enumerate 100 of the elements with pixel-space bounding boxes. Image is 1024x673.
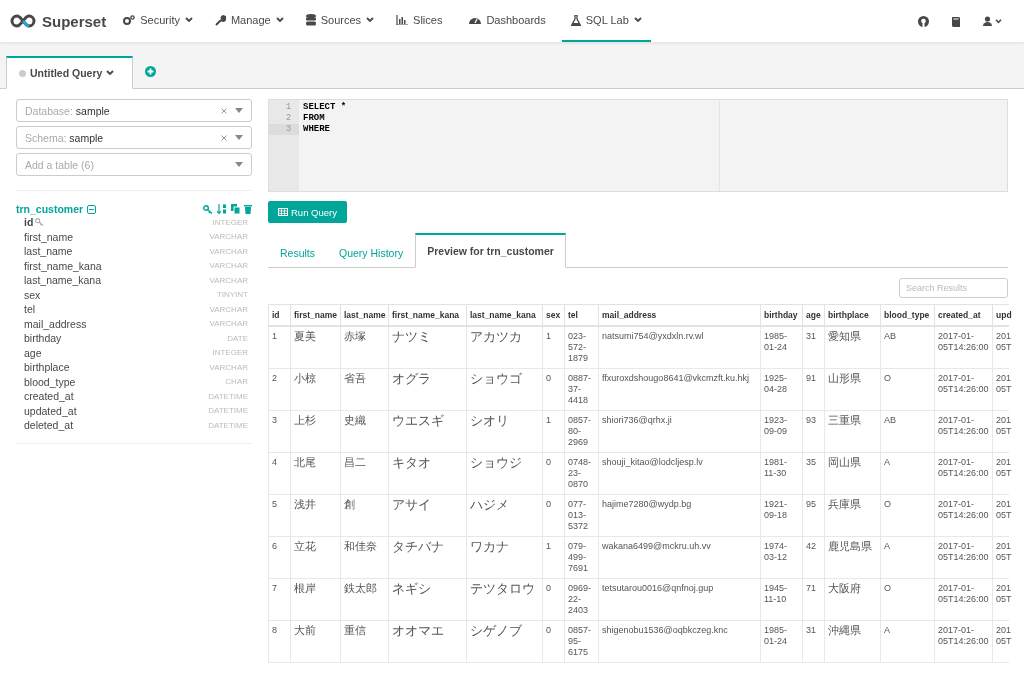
table-cell: O <box>884 499 891 509</box>
table-cell: 愛知県 <box>828 330 861 342</box>
column-header[interactable]: tel <box>564 304 599 326</box>
nav-menu-item[interactable]: Security <box>114 0 202 42</box>
table-cell: 0857-95-6175 <box>568 625 592 657</box>
search-field[interactable]: Search Results <box>899 278 1008 298</box>
logo-icon <box>10 14 36 28</box>
table-cell: 山形県 <box>828 372 861 384</box>
column-header[interactable]: birthday <box>760 304 803 326</box>
column-header[interactable]: first_name <box>290 304 341 326</box>
column-name: age <box>24 346 42 359</box>
table-cell: 079-499-7691 <box>568 541 589 573</box>
table-cell: 201 05T <box>996 373 1012 394</box>
table-cell: natsumi754@yxdxln.rv.wl <box>602 331 704 341</box>
table-cell: 岡山県 <box>828 456 861 468</box>
line-number: 1 <box>284 102 292 113</box>
table-cell: 3 <box>272 415 277 425</box>
column-type: VARCHAR <box>209 246 249 256</box>
flask-icon <box>570 14 581 26</box>
table-cell: オグラ <box>392 372 431 386</box>
table-cell: 0 <box>546 499 551 509</box>
result-tab[interactable]: Preview for trn_customer <box>415 233 566 268</box>
code-line: FROM <box>303 113 326 124</box>
column-type: INTEGER <box>212 217 249 227</box>
column-name: sex <box>24 288 41 301</box>
table-cell: A <box>884 625 890 635</box>
table-cell: 2017-01-05T14:26:00 <box>938 457 989 478</box>
user-icon[interactable] <box>983 16 992 26</box>
table-cell: 沖縄県 <box>828 624 861 636</box>
table-cell: タチバナ <box>392 540 444 554</box>
column-name: deleted_at <box>24 419 74 432</box>
table-cell: AB <box>884 331 896 341</box>
nav-menu-item[interactable]: Manage <box>205 0 293 42</box>
table-cell: ショウジ <box>470 456 522 470</box>
column-type: VARCHAR <box>209 304 249 314</box>
table-cell: 1923-09-09 <box>764 415 788 436</box>
table-cell: 1 <box>546 415 551 425</box>
table-cell: 1 <box>546 541 551 551</box>
table-cell: AB <box>884 415 896 425</box>
table-cell: 35 <box>806 457 816 467</box>
schema-select[interactable]: Schema: sample <box>16 126 252 149</box>
column-header[interactable]: created_at <box>934 304 993 326</box>
table-cell: A <box>884 541 890 551</box>
column-type: VARCHAR <box>209 319 249 329</box>
table-cell: ワカナ <box>470 540 509 554</box>
column-header[interactable]: birthplace <box>824 304 881 326</box>
column-header[interactable]: last_name <box>340 304 389 326</box>
column-header[interactable]: upd <box>992 304 1009 326</box>
table-cell: ハジメ <box>470 498 509 512</box>
nav-menu-item[interactable]: Slices <box>387 0 452 42</box>
table-cell: 鹿児島県 <box>828 540 872 552</box>
collapse-icon[interactable] <box>87 204 97 214</box>
column-type: VARCHAR <box>209 362 249 372</box>
column-name: last_name_kana <box>24 274 102 287</box>
column-header[interactable]: age <box>802 304 825 326</box>
clear-icon[interactable] <box>221 107 227 114</box>
code-line: SELECT * <box>303 102 347 113</box>
column-header[interactable]: id <box>268 304 291 326</box>
table-cell: O <box>884 373 891 383</box>
column-type: VARCHAR <box>209 232 249 242</box>
table-cell: O <box>884 583 891 593</box>
column-header[interactable]: blood_type <box>880 304 935 326</box>
key-icon[interactable] <box>203 204 213 214</box>
table-cell: 31 <box>806 331 816 341</box>
column-type: VARCHAR <box>209 275 249 285</box>
book-icon[interactable] <box>951 15 961 27</box>
trash-icon[interactable] <box>244 204 252 214</box>
table-cell: 大阪府 <box>828 582 861 594</box>
brand-name[interactable]: Superset <box>42 12 107 30</box>
query-tab[interactable]: Untitled Query <box>6 56 134 89</box>
column-name: created_at <box>24 390 74 403</box>
sort-icon[interactable] <box>217 204 227 214</box>
table-cell: 7 <box>272 583 277 593</box>
column-type: DATE <box>227 333 249 343</box>
clear-icon[interactable] <box>221 134 227 141</box>
line-number: 2 <box>284 113 292 124</box>
table-cell: 0969-22-2403 <box>568 583 592 615</box>
table-cell: 6 <box>272 541 277 551</box>
caret-icon <box>995 18 1002 24</box>
database-select[interactable]: Database: sample <box>16 99 252 122</box>
table-cell: ショウゴ <box>470 372 522 386</box>
column-header[interactable]: first_name_kana <box>388 304 467 326</box>
table-cell: 201 05T <box>996 583 1012 604</box>
table-cell: ネギシ <box>392 582 431 596</box>
table-cell: 2017-01-05T14:26:00 <box>938 415 989 436</box>
column-header[interactable]: mail_address <box>598 304 761 326</box>
column-header[interactable]: last_name_kana <box>466 304 543 326</box>
copy-icon[interactable] <box>231 204 240 214</box>
table-cell: wakana6499@mckru.uh.vv <box>602 541 711 551</box>
column-name: last_name <box>24 245 73 258</box>
table-cell: 2017-01-05T14:26:00 <box>938 625 989 646</box>
column-header[interactable]: sex <box>542 304 565 326</box>
nav-menu-item[interactable]: Dashboards <box>455 0 558 42</box>
table-cell: 5 <box>272 499 277 509</box>
add-tab-icon[interactable] <box>145 66 157 77</box>
column-type: DATETIME <box>208 420 249 430</box>
wrench-icon <box>214 14 226 26</box>
table-cell: ナツミ <box>392 330 431 344</box>
table-cell: 赤塚 <box>344 330 366 342</box>
nav-menu-item[interactable]: Sources <box>296 0 384 42</box>
